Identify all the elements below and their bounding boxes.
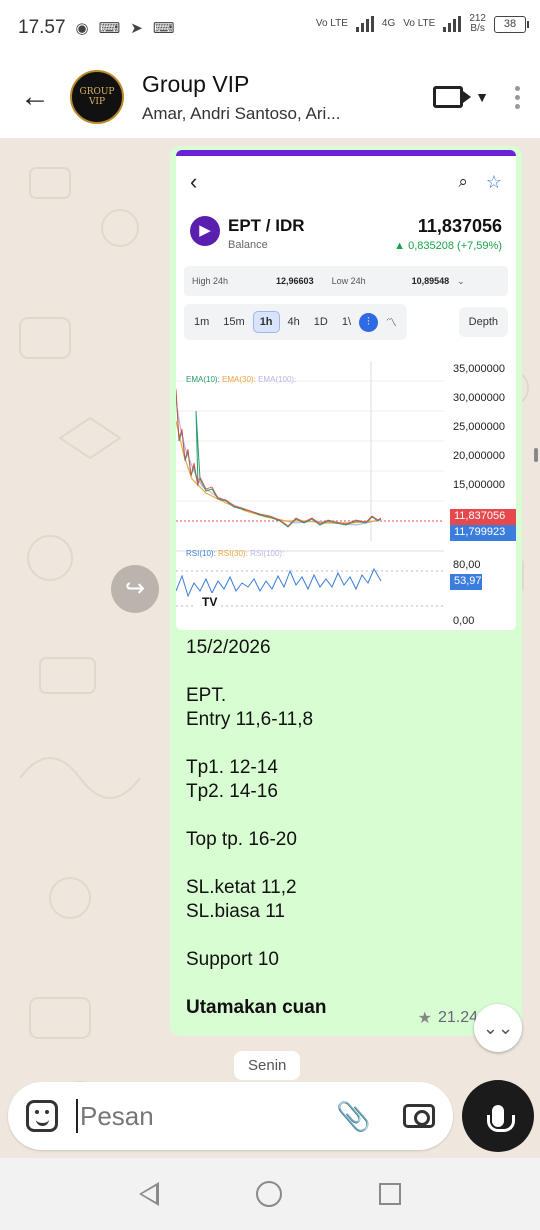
nav-back-icon[interactable] (138, 1182, 159, 1206)
volte-label-2: Vo LTE (403, 18, 436, 29)
chat-area[interactable]: ↪ ‹ ⌕ ☆ ▶ EPT / IDR Balance 11,837056 ▲ … (0, 138, 540, 1158)
pair-price: 11,837056 (417, 216, 502, 236)
rsi-axis-bottom: 0,00 (453, 615, 475, 627)
more-options-icon[interactable] (515, 85, 520, 109)
message-text: 15/2/2026 EPT. Entry 11,6-11,8 Tp1. 12-1… (186, 636, 506, 1044)
chat-title: Group VIP (142, 70, 250, 97)
pair-name: EPT / IDR (228, 216, 305, 235)
attach-icon[interactable]: 📎 (336, 1100, 371, 1133)
pair-sub: Balance (228, 239, 268, 251)
gamepad-icon: ⌨ (152, 20, 175, 37)
chat-title-block[interactable]: Group VIP Amar, Andri Santoso, Ari... (142, 71, 433, 124)
message-block-top: Top tp. 16-20 (186, 829, 297, 850)
price-tag-blue: 11,799923 (454, 526, 506, 538)
pair-change: ▲ 0,835208 (+7,59%) (394, 240, 502, 252)
camera-icon[interactable] (403, 1104, 435, 1128)
sticker-icon[interactable] (26, 1100, 58, 1132)
line-chart-icon: 〽 (385, 317, 397, 329)
scrollbar-thumb[interactable] (534, 448, 538, 462)
message-block-entry: EPT. Entry 11,6-11,8 (186, 685, 314, 730)
mic-icon (487, 1105, 515, 1132)
message-image[interactable]: ‹ ⌕ ☆ ▶ EPT / IDR Balance 11,837056 ▲ 0,… (176, 150, 516, 630)
chat-members: Amar, Andri Santoso, Ari... (142, 103, 341, 123)
signal-icon-2 (443, 16, 462, 32)
timeframe-tabs: 1m 15m 1h 4h 1D 1\ ⫶ 〽 (184, 304, 407, 340)
message-input[interactable]: Pesan (76, 1099, 336, 1133)
gamepad-icon: ⌨ (98, 20, 121, 37)
svg-text:TV: TV (202, 595, 217, 609)
message-meta: ★ 21.24 (418, 1008, 478, 1028)
price-tag-red: 11,837056 (454, 510, 506, 522)
candle-icon: ⫶ (359, 312, 378, 332)
message-date: 15/2/2026 (186, 637, 271, 658)
message-block-sl: SL.ketat 11,2 SL.biasa 11 (186, 877, 297, 922)
day-divider: Senin (234, 1051, 301, 1080)
chevron-down-icon: ⌄ (457, 275, 465, 286)
avatar[interactable]: GROUP VIP (70, 70, 124, 124)
nav-home-icon[interactable] (255, 1181, 282, 1207)
rsi-axis-top: 80,00 (453, 559, 481, 571)
rsi-legend: RSI(10): RSI(30): RSI(100): (186, 549, 285, 558)
status-bar: 17.57 ◉ ⌨ ➤ ⌨ Vo LTE 4G Vo LTE 212 B/s 38 (0, 0, 540, 56)
high-low-bar: High 24h 12,96603 Low 24h 10,89548 ⌄ (184, 266, 508, 296)
video-call-icon[interactable] (433, 86, 472, 108)
rsi-tag: 53,97 (454, 575, 482, 587)
volte-label: Vo LTE (315, 18, 348, 29)
go-icon: ◉ (75, 20, 89, 37)
image-star-icon: ☆ (485, 171, 502, 192)
starred-icon: ★ (417, 1010, 432, 1027)
message-composer: Pesan 📎 (8, 1082, 453, 1150)
price-axis: 35,000000 30,000000 25,000000 20,000000 … (453, 363, 505, 491)
chat-header: ← GROUP VIP Group VIP Amar, Andri Santos… (0, 56, 540, 138)
message-bubble[interactable]: ‹ ⌕ ☆ ▶ EPT / IDR Balance 11,837056 ▲ 0,… (170, 146, 522, 1036)
mic-button[interactable] (462, 1080, 534, 1152)
system-nav-bar (0, 1158, 540, 1230)
call-dropdown-icon[interactable]: ▼ (475, 89, 489, 105)
price-chart: TV EMA(10): EMA(30): EMA(100): RSI(10): … (176, 361, 516, 630)
battery-icon: 38 (494, 15, 529, 33)
telegram-icon: ➤ (130, 20, 143, 37)
network-type: 4G (381, 18, 396, 29)
signal-icon (355, 16, 374, 32)
coin-logo-icon: ▶ (190, 216, 220, 246)
ema-legend: EMA(10): EMA(30): EMA(100): (186, 375, 297, 384)
status-right: Vo LTE 4G Vo LTE 212 B/s 38 (315, 13, 529, 34)
status-time: 17.57 (18, 17, 66, 38)
image-back-icon: ‹ (190, 169, 198, 194)
message-block-support: Support 10 (186, 949, 279, 970)
net-speed: 212 B/s (469, 13, 486, 34)
scroll-down-button[interactable]: ⌄⌄ (474, 1004, 522, 1052)
forward-icon[interactable]: ↪ (111, 565, 159, 613)
nav-recents-icon[interactable] (379, 1183, 402, 1205)
message-block-tp: Tp1. 12-14 Tp2. 14-16 (186, 757, 278, 802)
message-time: 21.24 (437, 1009, 478, 1026)
back-arrow-icon[interactable]: ← (0, 80, 70, 114)
image-search-icon: ⌕ (458, 172, 468, 191)
